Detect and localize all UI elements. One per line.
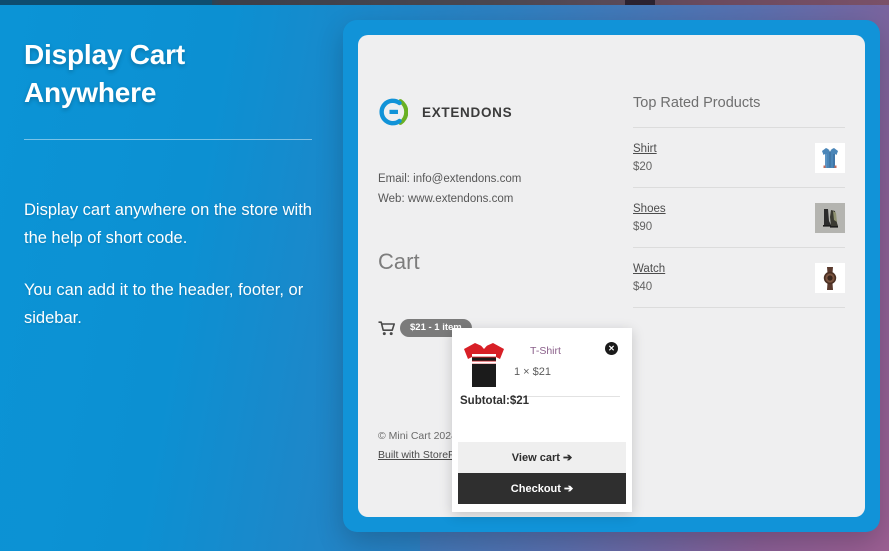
- store-contact-block: Email: info@extendons.com Web: www.exten…: [378, 169, 628, 209]
- shopping-cart-icon: [378, 320, 396, 336]
- product-name-link[interactable]: Shirt: [633, 143, 657, 155]
- checkout-button[interactable]: Checkout ➔: [458, 473, 626, 504]
- mini-cart-item-qty-price: 1 × $21: [514, 366, 552, 378]
- top-rated-item[interactable]: Shirt $20: [633, 128, 845, 188]
- top-strip-segment-mid: [625, 0, 655, 5]
- view-cart-label: View cart: [511, 452, 560, 464]
- browser-top-strip: [0, 0, 889, 5]
- watch-thumbnail-icon: [815, 263, 845, 293]
- top-rated-title: Top Rated Products: [633, 95, 761, 111]
- view-cart-button[interactable]: View cart ➔: [458, 442, 626, 473]
- checkout-label: Checkout: [510, 483, 561, 495]
- promo-paragraph-1: Display cart anywhere on the store with …: [24, 201, 312, 247]
- top-rated-item-meta: Watch $40: [633, 263, 665, 293]
- promo-title-line1: Display Cart: [24, 39, 185, 70]
- footer-built-with-link[interactable]: Built with StoreF: [378, 446, 454, 464]
- remove-item-close-icon[interactable]: ✕: [605, 342, 618, 355]
- top-rated-products-widget: Top Rated Products Shirt $20 Shoes $90 W…: [633, 95, 845, 308]
- mini-cart-item-name[interactable]: T-Shirt: [530, 345, 561, 357]
- top-rated-item-meta: Shirt $20: [633, 143, 657, 173]
- mini-cart-dropdown: T-Shirt 1 × $21 ✕ Subtotal:$21 View cart…: [452, 328, 632, 512]
- product-name-link[interactable]: Watch: [633, 263, 665, 275]
- shirt-thumbnail-icon: [815, 143, 845, 173]
- mini-cart-subtotal: Subtotal:$21: [460, 395, 530, 407]
- slide-root: Display Cart Anywhere Display cart anywh…: [0, 0, 889, 551]
- promo-title: Display Cart Anywhere: [24, 36, 324, 112]
- top-strip-segment-left: [0, 0, 212, 5]
- mini-cart-divider: [514, 396, 620, 397]
- promo-column: Display Cart Anywhere Display cart anywh…: [24, 36, 324, 332]
- promo-divider: [24, 139, 312, 140]
- product-price: $90: [633, 221, 653, 233]
- promo-body: Display cart anywhere on the store with …: [24, 196, 324, 332]
- product-price: $40: [633, 281, 653, 293]
- shoes-thumbnail-icon: [815, 203, 845, 233]
- cart-section-heading: Cart: [378, 249, 420, 274]
- product-name-link[interactable]: Shoes: [633, 203, 666, 215]
- contact-web: Web: www.extendons.com: [378, 193, 514, 205]
- contact-email: Email: info@extendons.com: [378, 173, 522, 185]
- tshirt-product-image: [460, 340, 508, 392]
- product-price: $20: [633, 161, 653, 173]
- store-brand[interactable]: EXTENDONS: [378, 97, 628, 127]
- close-glyph: ✕: [608, 343, 615, 353]
- brand-name-label: EXTENDONS: [422, 104, 513, 120]
- top-rated-item[interactable]: Shoes $90: [633, 188, 845, 248]
- promo-paragraph-2: You can add it to the header, footer, or…: [24, 281, 304, 327]
- arrow-right-icon: ➔: [562, 452, 573, 464]
- top-rated-item-meta: Shoes $90: [633, 203, 666, 233]
- mini-cart-item-row: T-Shirt 1 × $21 ✕ Subtotal:$21: [452, 328, 632, 414]
- extendons-logo-icon: [378, 97, 409, 127]
- store-left-column: EXTENDONS Email: info@extendons.com Web:…: [378, 35, 628, 337]
- arrow-right-icon: ➔: [563, 483, 574, 495]
- top-rated-item[interactable]: Watch $40: [633, 248, 845, 308]
- promo-title-line2: Anywhere: [24, 77, 157, 108]
